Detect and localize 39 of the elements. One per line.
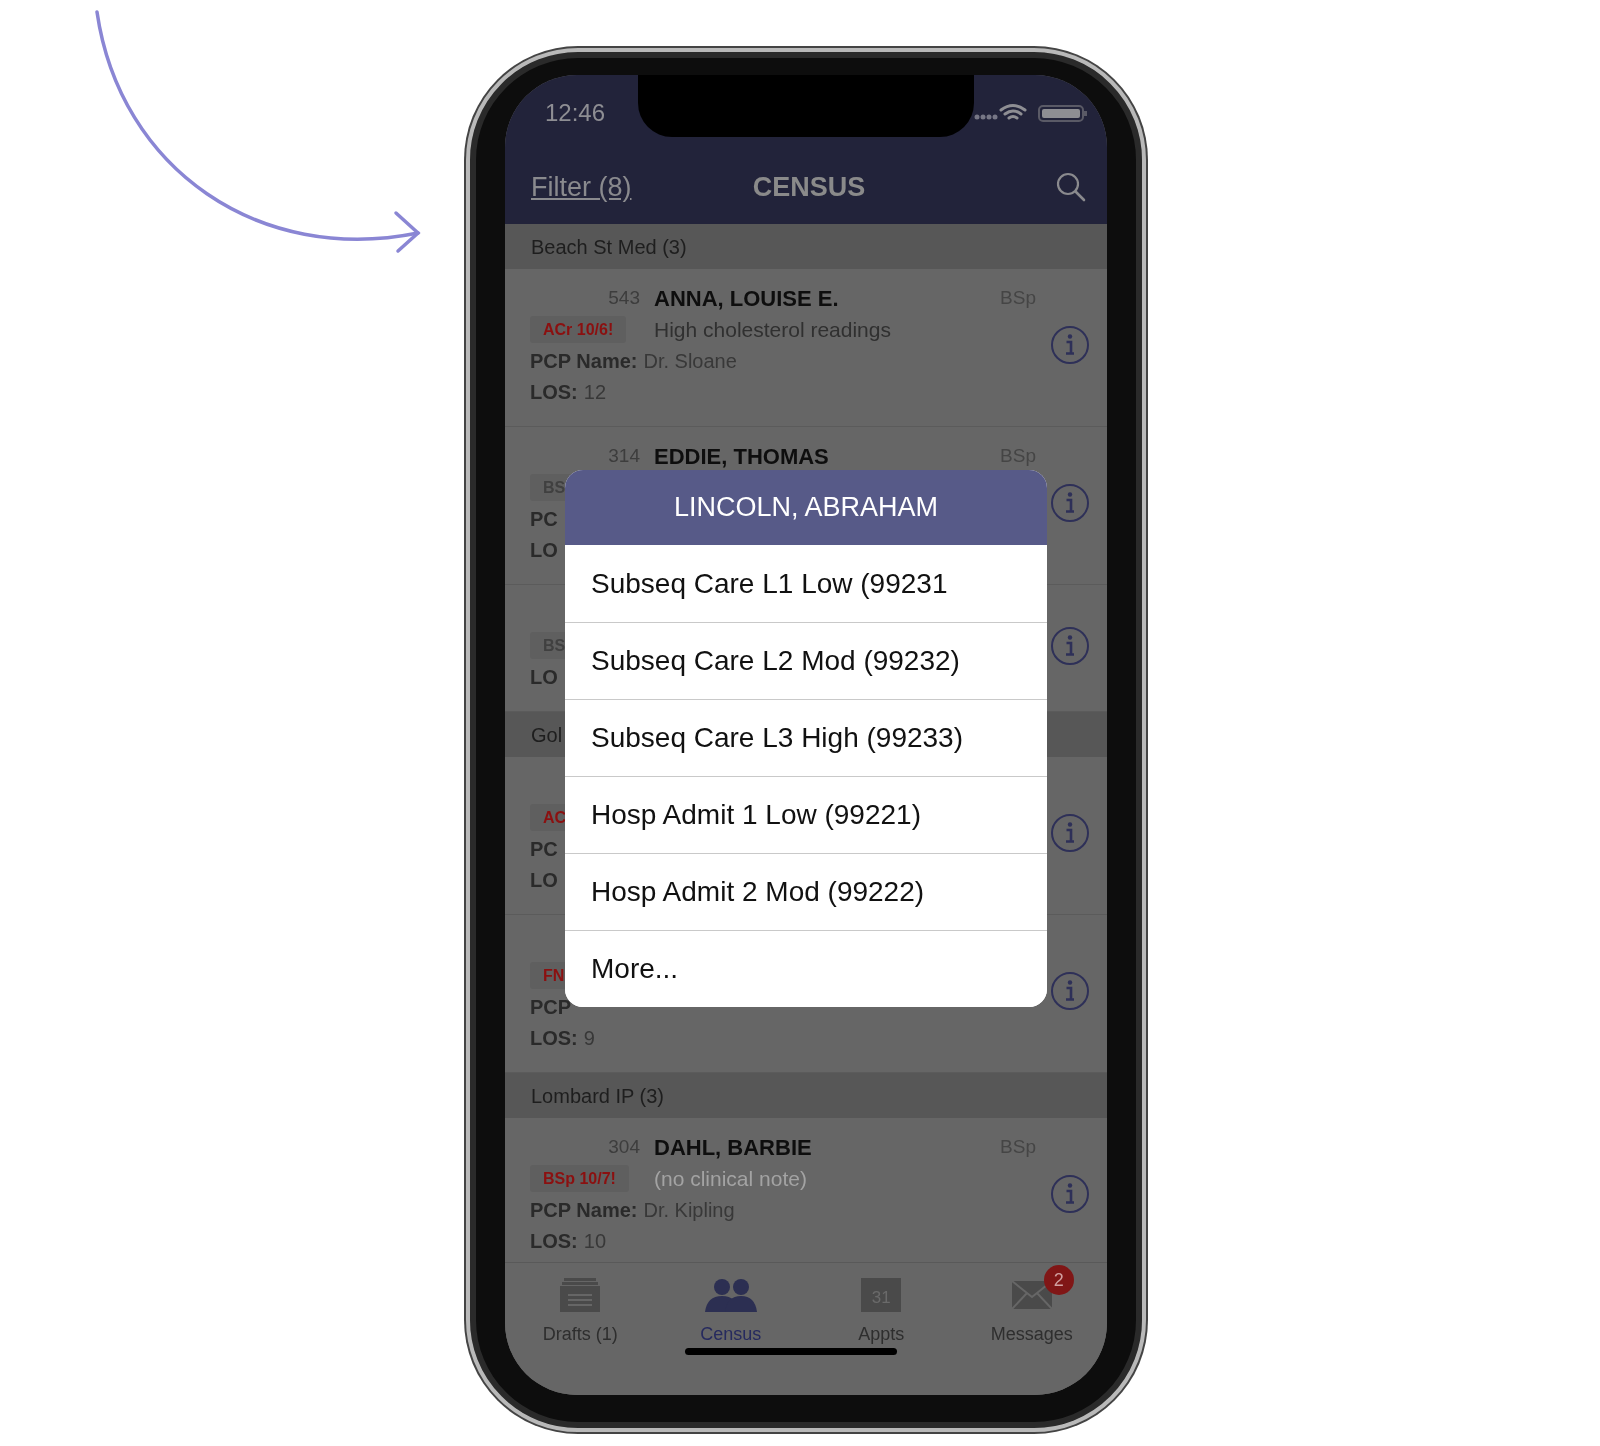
field-label: LOS: — [530, 379, 578, 405]
screen-title: CENSUS — [752, 170, 866, 204]
tab[interactable]: 2 Messages — [956, 1263, 1107, 1350]
wifi-icon — [999, 103, 1027, 119]
field-label: PC — [530, 836, 558, 862]
field-label: PCP Name: — [530, 1197, 638, 1223]
section-header: Lombard IP (3) — [505, 1073, 1107, 1118]
status-time: 12:46 — [545, 97, 606, 128]
patient-name: EDDIE, THOMAS — [654, 443, 829, 471]
info-icon[interactable] — [1050, 625, 1090, 666]
field-label: LO — [530, 537, 558, 563]
field-label: LO — [530, 664, 558, 690]
info-icon[interactable] — [1050, 971, 1090, 1011]
section-header: Beach St Med (3) — [505, 224, 1107, 269]
count-badge: 2 — [1043, 1265, 1074, 1295]
info-icon[interactable] — [1050, 1174, 1090, 1214]
status-tag: ACr 10/6! — [530, 316, 627, 343]
people-icon — [704, 1278, 757, 1312]
field-label: LOS: — [530, 1025, 578, 1051]
tray-icon — [560, 1278, 601, 1312]
popup-title: LINCOLN, ABRAHAM — [565, 470, 1047, 545]
field-label: LOS: — [530, 1228, 578, 1254]
info-icon[interactable] — [1050, 483, 1090, 523]
clinical-note: (no clinical note) — [654, 1165, 807, 1192]
search-icon[interactable] — [1055, 171, 1087, 203]
envelope-icon — [1011, 1281, 1052, 1309]
tab[interactable]: Census — [655, 1263, 806, 1350]
signal-icon — [974, 114, 998, 119]
info-icon[interactable] — [1050, 325, 1090, 365]
field-label: PC — [530, 506, 558, 532]
field-label: LO — [530, 867, 558, 893]
filter-link[interactable]: Filter (8) — [531, 166, 753, 208]
battery-icon — [1038, 104, 1087, 122]
field-label: PCP Name: — [530, 348, 638, 374]
patient-name: ANNA, LOUISE E. — [654, 285, 839, 313]
status-tag: BSp 10/7! — [530, 1165, 629, 1192]
tab[interactable]: Drafts (1) — [505, 1263, 656, 1350]
info-icon[interactable] — [1050, 813, 1090, 853]
patient-name: DAHL, BARBIE — [654, 1134, 812, 1162]
